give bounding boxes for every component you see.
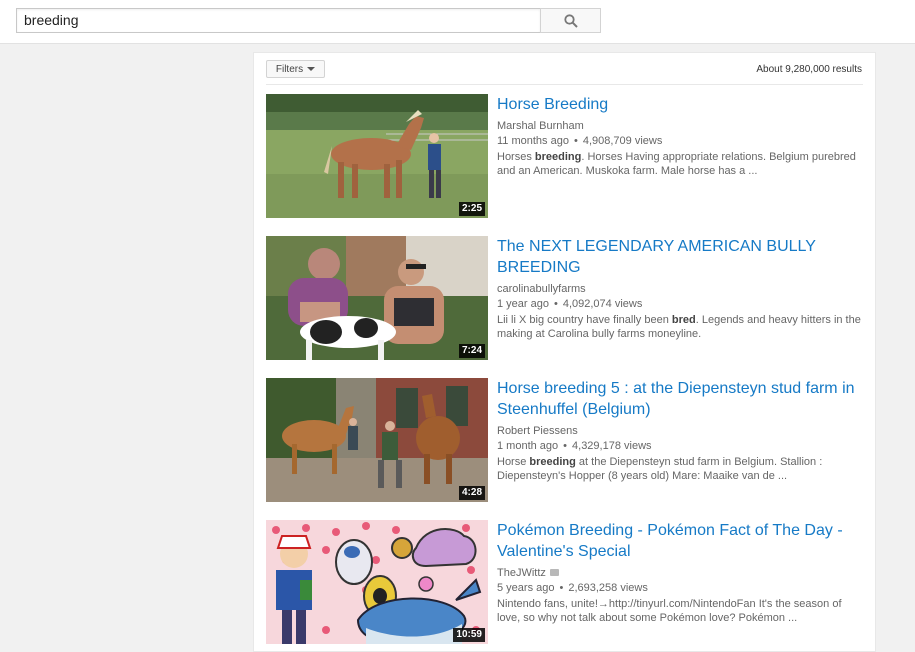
meta-dot: • <box>563 440 568 452</box>
channel-name[interactable]: TheJWittz <box>497 566 546 580</box>
video-thumbnail[interactable]: 2:25 <box>266 94 488 218</box>
video-description: Lii li X big country have finally been b… <box>497 313 865 341</box>
results-count: About 9,280,000 results <box>756 64 862 75</box>
video-duration: 10:59 <box>453 628 485 642</box>
thumbnail-image <box>266 236 488 360</box>
channel-name[interactable]: Robert Piessens <box>497 424 578 438</box>
video-meta: 5 years ago • 2,693,258 views <box>497 581 865 595</box>
caret-down-icon <box>307 67 316 71</box>
description-highlight: breeding <box>529 456 576 468</box>
video-meta: 11 months ago • 4,908,709 views <box>497 134 865 148</box>
video-title[interactable]: Pokémon Breeding - Pokémon Fact of The D… <box>497 520 865 562</box>
search-button[interactable] <box>540 8 601 33</box>
upload-age: 1 year ago <box>497 298 549 310</box>
search-input[interactable] <box>16 8 540 33</box>
video-description: Horse breeding at the Diepensteyn stud f… <box>497 455 865 483</box>
filters-label: Filters <box>275 63 304 75</box>
meta-dot: • <box>553 298 558 310</box>
upload-age: 1 month ago <box>497 440 559 452</box>
view-count: 2,693,258 views <box>568 582 648 594</box>
thumbnail-image <box>266 378 488 502</box>
video-result: 4:28 Horse breeding 5 : at the Diepenste… <box>266 378 866 502</box>
verified-badge-icon <box>549 569 559 576</box>
video-meta: 1 year ago • 4,092,074 views <box>497 297 865 311</box>
filters-button[interactable]: Filters <box>266 60 325 78</box>
channel-name[interactable]: Marshal Burnham <box>497 119 584 133</box>
meta-dot: • <box>559 582 564 594</box>
video-title[interactable]: Horse Breeding <box>497 94 865 115</box>
search-icon <box>563 13 578 28</box>
video-description: Horses breeding. Horses Having appropria… <box>497 150 865 178</box>
video-result: 2:25 Horse Breeding Marshal Burnham 11 m… <box>266 94 866 218</box>
meta-dot: • <box>573 135 578 147</box>
thumbnail-image <box>266 520 488 644</box>
description-highlight: bred <box>671 314 696 326</box>
video-title[interactable]: The NEXT LEGENDARY AMERICAN BULLY BREEDI… <box>497 236 865 278</box>
video-thumbnail[interactable]: 4:28 <box>266 378 488 502</box>
video-duration: 7:24 <box>458 344 485 358</box>
video-result: 7:24 The NEXT LEGENDARY AMERICAN BULLY B… <box>266 236 866 360</box>
description-text: Nintendo fans, unite!→http://tinyurl.com… <box>497 598 842 624</box>
divider <box>266 84 863 85</box>
masthead <box>0 0 915 44</box>
view-count: 4,092,074 views <box>562 298 643 310</box>
results-panel: Filters About 9,280,000 results 2:25 Hor… <box>253 52 876 652</box>
view-count: 4,329,178 views <box>572 440 652 452</box>
description-text: Horse <box>497 456 530 468</box>
video-duration: 4:28 <box>458 486 485 500</box>
description-highlight: breeding <box>534 151 582 163</box>
description-text: Horses <box>497 151 535 163</box>
thumbnail-image <box>266 94 488 218</box>
video-description: Nintendo fans, unite!→http://tinyurl.com… <box>497 597 865 625</box>
video-duration: 2:25 <box>458 202 485 216</box>
channel-name[interactable]: carolinabullyfarms <box>497 282 586 296</box>
upload-age: 11 months ago <box>497 135 569 147</box>
video-meta: 1 month ago • 4,329,178 views <box>497 439 865 453</box>
upload-age: 5 years ago <box>497 582 555 594</box>
video-result: 10:59 Pokémon Breeding - Pokémon Fact of… <box>266 520 866 644</box>
description-text: Lii li X big country have finally been <box>497 314 672 326</box>
video-thumbnail[interactable]: 10:59 <box>266 520 488 644</box>
video-title[interactable]: Horse breeding 5 : at the Diepensteyn st… <box>497 378 865 420</box>
video-thumbnail[interactable]: 7:24 <box>266 236 488 360</box>
view-count: 4,908,709 views <box>582 135 663 147</box>
